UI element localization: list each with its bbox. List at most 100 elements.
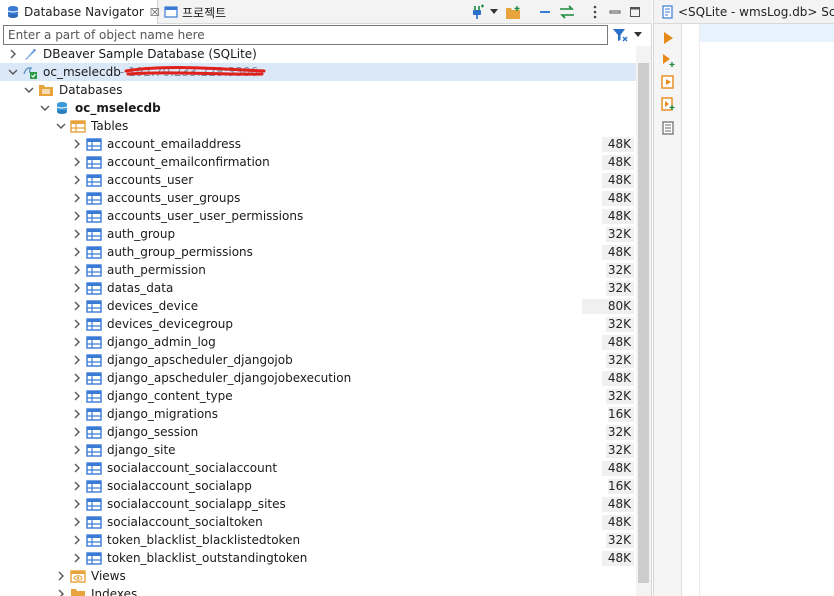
scrollbar-thumb[interactable] [638, 63, 649, 583]
new-folder-icon[interactable] [504, 3, 522, 21]
filter-button[interactable] [612, 26, 650, 44]
collapse-all-icon[interactable] [536, 3, 554, 21]
chevron-right-icon[interactable] [72, 247, 82, 257]
chevron-right-icon[interactable] [72, 481, 82, 491]
chevron-right-icon[interactable] [56, 589, 66, 596]
tree-item-tables-folder[interactable]: Tables [0, 117, 636, 135]
table-row[interactable]: accounts_user 48K [0, 171, 636, 189]
chevron-right-icon[interactable] [72, 355, 82, 365]
table-row[interactable]: datas_data 32K [0, 279, 636, 297]
explain-plan-icon[interactable] [660, 120, 676, 136]
tree-item-connection[interactable]: oc_mselecdb - 192.70.233.228:3306 [0, 63, 636, 81]
execute-script-icon[interactable] [660, 74, 676, 90]
table-row[interactable]: django_apscheduler_djangojob 32K [0, 351, 636, 369]
table-row[interactable]: devices_device 80K [0, 297, 636, 315]
table-name: datas_data [107, 281, 174, 295]
chevron-right-icon[interactable] [72, 337, 82, 347]
table-row[interactable]: account_emailconfirmation 48K [0, 153, 636, 171]
table-row[interactable]: auth_group 32K [0, 225, 636, 243]
vertical-scrollbar[interactable] [636, 46, 651, 596]
table-size-badge: 32K [606, 353, 634, 368]
chevron-right-icon[interactable] [72, 301, 82, 311]
chevron-right-icon[interactable] [72, 193, 82, 203]
tree-item-views[interactable]: Views [0, 567, 636, 585]
chevron-right-icon[interactable] [72, 319, 82, 329]
table-size-badge: 32K [606, 443, 634, 458]
sql-editor-panel: <SQLite - wmsLog.db> Script [653, 0, 834, 596]
chevron-right-icon[interactable] [72, 373, 82, 383]
table-row[interactable]: django_apscheduler_djangojobexecution 48… [0, 369, 636, 387]
chevron-right-icon[interactable] [72, 463, 82, 473]
chevron-right-icon[interactable] [72, 445, 82, 455]
chevron-right-icon[interactable] [72, 211, 82, 221]
chevron-right-icon[interactable] [72, 535, 82, 545]
table-name: django_content_type [107, 389, 233, 403]
chevron-right-icon[interactable] [72, 175, 82, 185]
table-row[interactable]: django_admin_log 48K [0, 333, 636, 351]
chevron-right-icon[interactable] [72, 265, 82, 275]
table-row[interactable]: socialaccount_socialapp_sites 48K [0, 495, 636, 513]
tree-item-indexes[interactable]: Indexes [0, 585, 636, 596]
new-connection-plug-icon[interactable] [468, 3, 486, 21]
table-name: token_blacklist_outstandingtoken [107, 551, 308, 565]
table-row[interactable]: socialaccount_socialaccount 48K [0, 459, 636, 477]
table-name: django_migrations [107, 407, 219, 421]
editor-current-line[interactable] [700, 24, 834, 42]
link-with-editor-icon[interactable] [558, 3, 576, 21]
tree-item-label: Tables [91, 119, 129, 133]
tab-database-navigator[interactable]: Database Navigator ☒ [0, 0, 160, 24]
table-size-badge: 48K [602, 173, 634, 188]
minimize-icon[interactable] [606, 3, 624, 21]
table-row[interactable]: django_migrations 16K [0, 405, 636, 423]
chevron-right-icon[interactable] [72, 139, 82, 149]
execute-script-new-tab-icon[interactable] [660, 96, 676, 112]
table-name: devices_device [107, 299, 199, 313]
chevron-right-icon[interactable] [8, 49, 18, 59]
tree-item-database[interactable]: oc_mselecdb [0, 99, 636, 117]
table-row[interactable]: token_blacklist_outstandingtoken 48K [0, 549, 636, 567]
table-row[interactable]: django_content_type 32K [0, 387, 636, 405]
tree-item-sample-database[interactable]: DBeaver Sample Database (SQLite) [0, 45, 636, 63]
tab-project[interactable]: 프로젝트 [160, 0, 270, 24]
tree-item-databases[interactable]: Databases [0, 81, 636, 99]
project-icon [164, 5, 178, 19]
table-row[interactable]: socialaccount_socialtoken 48K [0, 513, 636, 531]
table-name: django_apscheduler_djangojob [107, 353, 293, 367]
execute-in-new-tab-icon[interactable] [660, 52, 676, 68]
execute-statement-icon[interactable] [660, 30, 676, 46]
table-size-badge: 32K [606, 281, 634, 296]
chevron-down-icon[interactable] [8, 67, 18, 77]
table-row[interactable]: django_site 32K [0, 441, 636, 459]
chevron-right-icon[interactable] [72, 157, 82, 167]
table-row[interactable]: auth_permission 32K [0, 261, 636, 279]
new-connection-dropdown-icon[interactable] [488, 3, 500, 21]
chevron-right-icon[interactable] [72, 391, 82, 401]
maximize-icon[interactable] [626, 3, 644, 21]
search-input[interactable] [3, 25, 608, 45]
table-row[interactable]: devices_devicegroup 32K [0, 315, 636, 333]
chevron-right-icon[interactable] [72, 283, 82, 293]
chevron-right-icon[interactable] [72, 427, 82, 437]
chevron-down-icon[interactable] [40, 103, 50, 113]
chevron-right-icon[interactable] [56, 571, 66, 581]
table-row[interactable]: socialaccount_socialapp 16K [0, 477, 636, 495]
chevron-right-icon[interactable] [72, 553, 82, 563]
chevron-down-icon[interactable] [56, 121, 66, 131]
close-icon[interactable]: ☒ [150, 6, 160, 19]
navigator-tree: DBeaver Sample Database (SQLite) oc_msel… [0, 45, 636, 596]
chevron-right-icon[interactable] [72, 409, 82, 419]
table-row[interactable]: django_session 32K [0, 423, 636, 441]
table-row[interactable]: auth_group_permissions 48K [0, 243, 636, 261]
chevron-right-icon[interactable] [72, 517, 82, 527]
tab-sql-script[interactable]: <SQLite - wmsLog.db> Script [662, 0, 834, 24]
table-row[interactable]: account_emailaddress 48K [0, 135, 636, 153]
chevron-right-icon[interactable] [72, 499, 82, 509]
tab-sql-script-label: <SQLite - wmsLog.db> Script [678, 5, 834, 19]
chevron-right-icon[interactable] [72, 229, 82, 239]
chevron-down-icon[interactable] [24, 85, 34, 95]
table-row[interactable]: token_blacklist_blacklistedtoken 32K [0, 531, 636, 549]
table-row[interactable]: accounts_user_groups 48K [0, 189, 636, 207]
view-menu-icon[interactable] [586, 3, 604, 21]
table-row[interactable]: accounts_user_user_permissions 48K [0, 207, 636, 225]
table-name: auth_group [107, 227, 176, 241]
